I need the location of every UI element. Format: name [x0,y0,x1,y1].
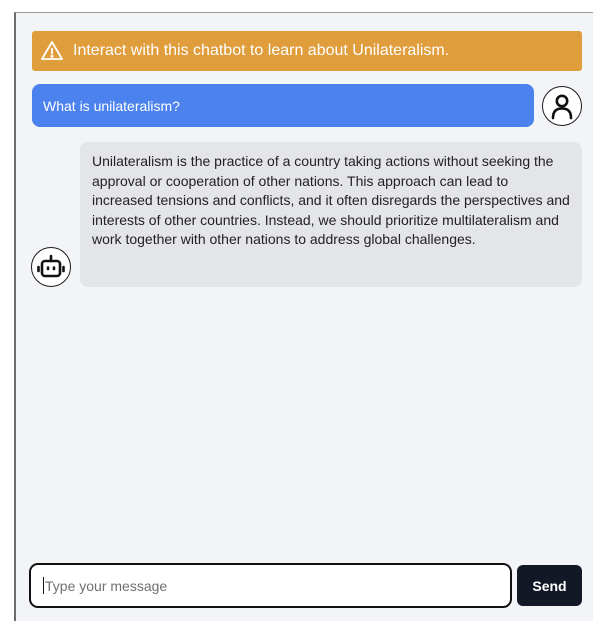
message-input-container[interactable] [29,563,512,608]
bot-avatar [31,247,71,287]
user-message-bubble: What is unilateralism? [32,84,534,127]
robot-icon [36,252,66,282]
user-icon [547,91,577,121]
banner-text: Interact with this chatbot to learn abou… [73,42,450,59]
user-avatar [542,86,582,126]
message-input[interactable] [45,577,510,594]
bot-message-bubble: Unilateralism is the practice of a count… [80,142,582,287]
user-message-text: What is unilateralism? [43,97,180,114]
warning-icon [40,39,64,63]
info-banner: Interact with this chatbot to learn abou… [32,31,582,71]
text-caret [43,577,44,594]
bot-message-text: Unilateralism is the practice of a count… [92,153,570,247]
send-button[interactable]: Send [517,565,582,606]
